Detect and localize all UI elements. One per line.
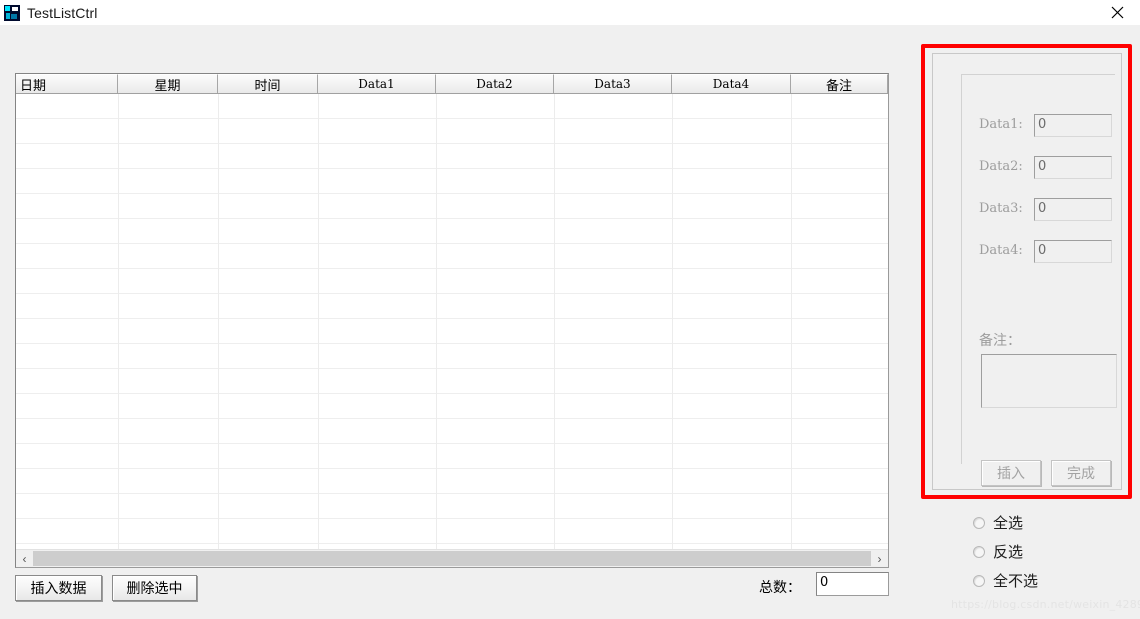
insert-data-button[interactable]: 插入数据 xyxy=(15,575,102,601)
radio-select-all[interactable]: 全选 xyxy=(973,512,1023,533)
table-row[interactable] xyxy=(16,194,888,219)
table-row[interactable] xyxy=(16,469,888,494)
table-row[interactable] xyxy=(16,519,888,544)
column-header-8[interactable]: 备注 xyxy=(791,74,888,93)
radio-circle-icon xyxy=(973,545,985,558)
table-row[interactable] xyxy=(16,394,888,419)
data4-input[interactable]: 0 xyxy=(1034,240,1112,263)
table-row[interactable] xyxy=(16,494,888,519)
radio-invert-selection[interactable]: 反选 xyxy=(973,541,1023,562)
radio-select-all-label: 全选 xyxy=(993,514,1024,532)
window-title: TestListCtrl xyxy=(27,4,98,21)
scroll-right-arrow-icon[interactable]: › xyxy=(871,550,888,567)
table-row[interactable] xyxy=(16,294,888,319)
delete-selected-button[interactable]: 删除选中 xyxy=(112,575,197,601)
data4-label: Data4: xyxy=(979,243,1023,258)
field-row-data4: Data4: 0 xyxy=(933,240,1123,264)
table-row[interactable] xyxy=(16,144,888,169)
remark-label: 备注： xyxy=(979,333,1021,349)
list-control[interactable]: 日期 星期 时间 Data1 Data2 Data3 Data4 备注 ‹ › xyxy=(15,73,889,568)
column-header-5[interactable]: Data2 xyxy=(436,74,554,93)
total-count-label: 总数： xyxy=(759,580,801,596)
watermark-text: https://blog.csdn.net/weixin_42899088 xyxy=(951,598,1140,611)
column-header-4[interactable]: Data1 xyxy=(318,74,436,93)
table-row[interactable] xyxy=(16,94,888,119)
column-header-6[interactable]: Data3 xyxy=(554,74,672,93)
list-header-row: 日期 星期 时间 Data1 Data2 Data3 Data4 备注 xyxy=(16,74,888,94)
field-row-data2: Data2: 0 xyxy=(933,156,1123,180)
radio-deselect-all-label: 全不选 xyxy=(993,572,1039,590)
radio-circle-icon xyxy=(973,574,985,587)
radio-circle-icon xyxy=(973,516,985,529)
table-row[interactable] xyxy=(16,269,888,294)
table-row[interactable] xyxy=(16,444,888,469)
table-row[interactable] xyxy=(16,119,888,144)
data3-label: Data3: xyxy=(979,201,1023,216)
panel-insert-button[interactable]: 插入 xyxy=(981,460,1041,486)
field-row-data3: Data3: 0 xyxy=(933,198,1123,222)
close-icon[interactable] xyxy=(1094,0,1140,25)
table-row[interactable] xyxy=(16,219,888,244)
field-row-data1: Data1: 0 xyxy=(933,114,1123,138)
detail-group-box: Data4: 0 Data3: 0 Data2: 0 Data1: 0 备注： 插入 完成 xyxy=(932,53,1122,490)
table-row[interactable] xyxy=(16,419,888,444)
total-count-input[interactable]: 0 xyxy=(816,572,889,596)
data1-label: Data1: xyxy=(979,117,1023,132)
column-header-3[interactable]: 时间 xyxy=(218,74,318,93)
remark-textarea[interactable] xyxy=(981,354,1117,408)
data2-label: Data2: xyxy=(979,159,1023,174)
data2-input[interactable]: 0 xyxy=(1034,156,1112,179)
list-body[interactable] xyxy=(16,94,888,549)
column-header-2[interactable]: 星期 xyxy=(118,74,218,93)
title-bar: TestListCtrl xyxy=(0,0,1140,25)
app-icon xyxy=(4,4,20,21)
client-area: 日期 星期 时间 Data1 Data2 Data3 Data4 备注 ‹ › 插入数据 删除… xyxy=(0,25,1140,619)
column-header-7[interactable]: Data4 xyxy=(672,74,791,93)
table-row[interactable] xyxy=(16,169,888,194)
table-row[interactable] xyxy=(16,319,888,344)
radio-invert-selection-label: 反选 xyxy=(993,543,1024,561)
data3-input[interactable]: 0 xyxy=(1034,198,1112,221)
data1-input[interactable]: 0 xyxy=(1034,114,1112,137)
scrollbar-thumb[interactable] xyxy=(33,551,871,566)
radio-deselect-all[interactable]: 全不选 xyxy=(973,570,1038,591)
column-header-1[interactable]: 日期 xyxy=(16,74,118,93)
horizontal-scrollbar[interactable]: ‹ › xyxy=(16,549,888,567)
scroll-left-arrow-icon[interactable]: ‹ xyxy=(16,550,33,567)
panel-finish-button[interactable]: 完成 xyxy=(1051,460,1111,486)
table-row[interactable] xyxy=(16,369,888,394)
table-row[interactable] xyxy=(16,344,888,369)
table-row[interactable] xyxy=(16,244,888,269)
